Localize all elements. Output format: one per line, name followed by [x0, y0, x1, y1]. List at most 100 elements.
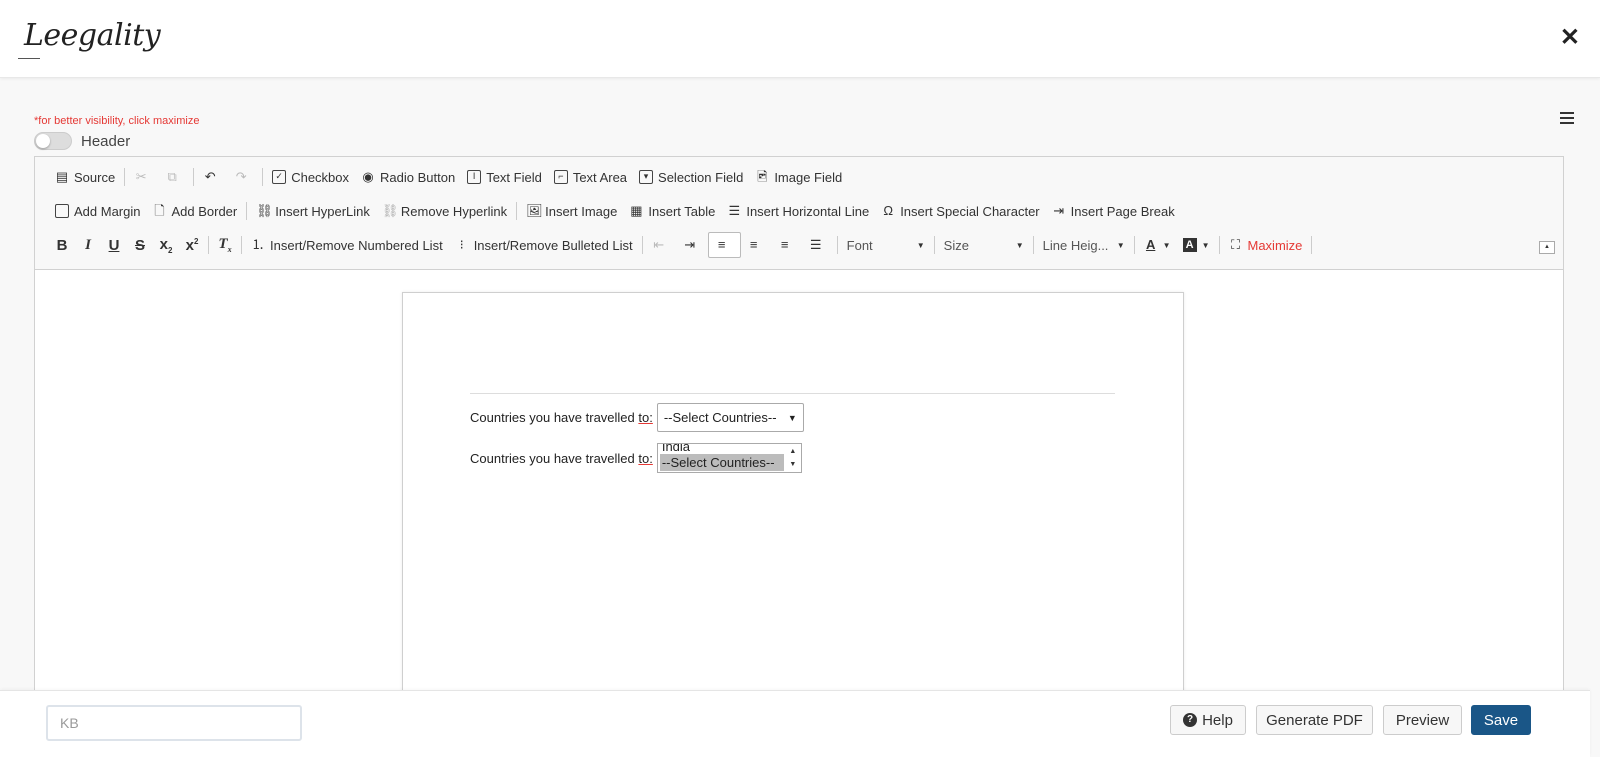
omega-icon: Ω [883, 203, 894, 218]
indent-button[interactable]: ⇥ [677, 232, 708, 258]
toolbar-separator [516, 202, 518, 220]
insert-horizontal-line-label: Insert Horizontal Line [746, 203, 870, 219]
toolbar-row-3: B I U S x2 x2 Tx ⒈ Insert/Remove Numbered… [49, 232, 1315, 258]
chevron-down-icon: ▼ [1201, 240, 1210, 250]
listbox-option-selected[interactable]: --Select Countries-- [659, 454, 784, 471]
question-row-1: Countries you have travelled to: --Selec… [470, 403, 804, 432]
outdent-button[interactable]: ⇤ [646, 232, 677, 258]
background-color-button[interactable]: A ▼ [1177, 232, 1216, 258]
redo-icon: ↷ [235, 169, 247, 184]
bulleted-list-button[interactable]: ⁝ Insert/Remove Bulleted List [449, 232, 639, 258]
insert-hyperlink-label: Insert HyperLink [275, 203, 370, 219]
header-toggle-label: Header [81, 133, 131, 150]
underline-button[interactable]: U [101, 232, 127, 258]
countries-listbox[interactable]: India --Select Countries-- ▲ ▼ [656, 443, 802, 473]
align-left-icon: ≡ [717, 237, 726, 252]
close-icon[interactable]: ✕ [1560, 26, 1580, 50]
chevron-down-icon[interactable]: ▼ [786, 458, 800, 471]
selection-field-button[interactable]: ▾ Selection Field [633, 164, 749, 190]
horizontal-line-icon: ☰ [728, 203, 741, 218]
justify-button[interactable]: ☰ [803, 232, 834, 258]
maximize-button[interactable]: ⛶ Maximize [1223, 232, 1309, 258]
scissors-icon: ✂ [135, 169, 147, 184]
insert-image-button[interactable]: 🖼 Insert Image [520, 198, 623, 224]
preview-button[interactable]: Preview [1383, 705, 1462, 735]
insert-special-character-button[interactable]: Ω Insert Special Character [875, 198, 1045, 224]
add-border-button[interactable]: 🗋 Add Border [146, 198, 243, 224]
chevron-down-icon: ▼ [1162, 240, 1171, 250]
subscript-button[interactable]: x2 [153, 232, 179, 258]
text-field-label: Text Field [486, 169, 542, 185]
unlink-icon: ⛓ [381, 203, 399, 218]
selection-field-label: Selection Field [658, 169, 744, 185]
save-button[interactable]: Save [1471, 705, 1531, 735]
justify-icon: ☰ [809, 237, 822, 252]
font-dropdown[interactable]: Font ▼ [841, 232, 931, 258]
rich-text-editor: ▤ Source ✂ ⧉ ↶ ↷ ✓ Checkbox ◉ Radio Button … [34, 156, 1564, 696]
generate-pdf-button[interactable]: Generate PDF [1256, 705, 1373, 735]
numbered-list-button[interactable]: ⒈ Insert/Remove Numbered List [245, 232, 449, 258]
size-dropdown[interactable]: Size ▼ [938, 232, 1030, 258]
insert-table-button[interactable]: ▦ Insert Table [623, 198, 721, 224]
toolbar-separator [246, 202, 248, 220]
listbox-option[interactable]: India [662, 444, 690, 454]
redo-button[interactable]: ↷ [228, 164, 259, 190]
logo-underline [18, 58, 40, 59]
chevron-down-icon: ▼ [1116, 240, 1125, 250]
maximize-icon: ⛶ [1230, 237, 1241, 252]
cut-button[interactable]: ✂ [128, 164, 159, 190]
checkbox-button[interactable]: ✓ Checkbox [266, 164, 355, 190]
copy-button[interactable]: ⧉ [159, 164, 190, 190]
size-label: Size [943, 237, 969, 253]
toolbar-separator [1133, 236, 1135, 254]
bold-button[interactable]: B [49, 232, 75, 258]
top-bar: Leegality ✕ [0, 0, 1600, 78]
image-field-icon: 🖻 [757, 169, 768, 184]
add-margin-button[interactable]: Add Margin [49, 198, 146, 224]
radio-button-button[interactable]: ◉ Radio Button [355, 164, 461, 190]
help-button[interactable]: ? Help [1170, 705, 1246, 735]
text-color-icon: A [1145, 237, 1156, 252]
undo-button[interactable]: ↶ [197, 164, 228, 190]
listbox-spinner[interactable]: ▲ ▼ [786, 445, 800, 471]
align-right-button[interactable]: ≡ [772, 232, 803, 258]
text-area-button[interactable]: ⌐ Text Area [548, 164, 633, 190]
image-field-button[interactable]: 🖻 Image Field [749, 164, 848, 190]
toolbar-separator [933, 236, 935, 254]
indent-icon: ⇥ [684, 237, 696, 252]
header-toggle[interactable] [34, 132, 72, 150]
text-color-button[interactable]: A ▼ [1138, 232, 1177, 258]
document-page[interactable]: Countries you have travelled to: --Selec… [402, 292, 1184, 695]
align-center-button[interactable]: ≡ [741, 232, 772, 258]
insert-horizontal-line-button[interactable]: ☰ Insert Horizontal Line [721, 198, 875, 224]
align-left-button[interactable]: ≡ [707, 232, 741, 258]
insert-page-break-button[interactable]: ⇥ Insert Page Break [1046, 198, 1181, 224]
remove-format-button[interactable]: Tx [212, 232, 238, 258]
toolbar-row-1: ▤ Source ✂ ⧉ ↶ ↷ ✓ Checkbox ◉ Radio Button … [49, 164, 848, 190]
chevron-up-icon[interactable]: ▲ [786, 445, 800, 458]
text-field-icon: I [467, 170, 482, 184]
editor-content-area[interactable]: Countries you have travelled to: --Selec… [35, 270, 1563, 695]
insert-page-break-label: Insert Page Break [1070, 203, 1175, 219]
superscript-button[interactable]: x2 [179, 232, 205, 258]
toolbar-separator [241, 236, 242, 254]
text-field-button[interactable]: I Text Field [461, 164, 548, 190]
countries-select[interactable]: --Select Countries-- ▼ [656, 403, 804, 432]
kb-input[interactable] [46, 705, 302, 741]
italic-button[interactable]: I [75, 232, 101, 258]
collapse-toolbar-button[interactable]: ▲ [1539, 241, 1555, 254]
align-center-icon: ≡ [749, 237, 758, 252]
remove-hyperlink-button[interactable]: ⛓ Remove Hyperlink [376, 198, 513, 224]
question-circle-icon: ? [1183, 713, 1198, 727]
strikethrough-button[interactable]: S [127, 232, 153, 258]
align-right-icon: ≡ [780, 237, 789, 252]
toolbar-row-2: Add Margin 🗋 Add Border ⛓ Insert HyperLink… [49, 198, 1181, 224]
page-break-icon: ⇥ [1053, 203, 1065, 218]
line-height-dropdown[interactable]: Line Heig... ▼ [1037, 232, 1131, 258]
insert-hyperlink-button[interactable]: ⛓ Insert HyperLink [250, 198, 376, 224]
menu-icon[interactable] [1560, 112, 1574, 124]
source-button[interactable]: ▤ Source [49, 164, 121, 190]
toolbar-separator [193, 168, 195, 186]
background-color-icon: A [1182, 238, 1197, 252]
numbered-list-icon: ⒈ [251, 237, 265, 252]
